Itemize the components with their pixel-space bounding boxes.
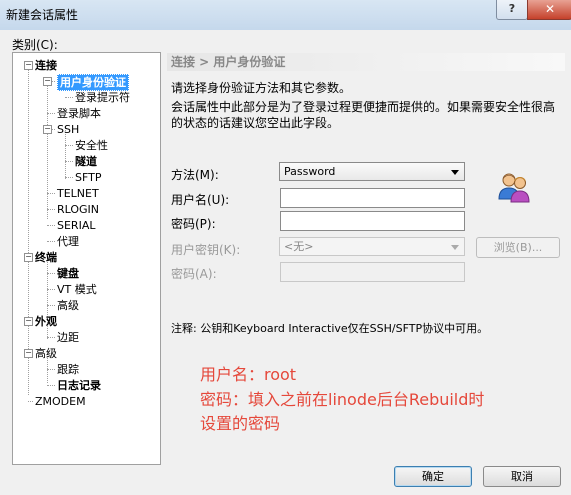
tree-line (47, 289, 55, 290)
tree-item[interactable]: TELNET (57, 186, 99, 201)
tree-line (47, 385, 55, 386)
method-select[interactable]: Password (279, 162, 465, 181)
description-line: 请选择身份验证方法和其它参数。 (171, 81, 352, 95)
cancel-button[interactable]: 取消 (483, 466, 561, 487)
tree-item[interactable]: 代理 (57, 234, 79, 249)
tree-line (47, 225, 55, 226)
tree-item[interactable]: 隧道 (75, 154, 97, 169)
passphrase-label: 密码(A): (171, 267, 217, 281)
note-text: 注释: 公钥和Keyboard Interactive仅在SSH/SFTP协议中… (171, 322, 489, 335)
tree-item[interactable]: 终端 (35, 250, 57, 265)
tree-line (47, 305, 55, 306)
chevron-down-icon (451, 170, 459, 175)
title-bar: 新建会话属性 ? ✕ (0, 0, 571, 30)
tree-expander-icon[interactable]: − (24, 61, 33, 70)
tree-expander-icon[interactable]: − (24, 253, 33, 262)
userkey-value: <无> (284, 240, 314, 253)
tree-item[interactable]: SFTP (75, 170, 101, 185)
category-label: 类别(C): (12, 38, 58, 52)
tree-item[interactable]: 键盘 (57, 266, 79, 281)
category-tree[interactable]: − 连接 − 用户身份验证 登录提示符 登录脚本 − SSH 安全性 隧道 SFTP TELNET RL… (12, 52, 161, 465)
userkey-select[interactable]: <无> (279, 237, 465, 256)
tree-line (47, 209, 55, 210)
ok-button[interactable]: 确定 (394, 466, 472, 487)
tree-line (65, 145, 73, 146)
close-button[interactable]: ✕ (527, 0, 571, 20)
tree-item[interactable]: VT 模式 (57, 282, 97, 297)
annotation-line: 设置的密码 (200, 414, 281, 433)
users-icon (498, 173, 530, 203)
tree-item[interactable]: 登录提示符 (75, 90, 130, 105)
tree-line (47, 337, 55, 338)
tree-line (47, 369, 55, 370)
tree-line (65, 97, 73, 98)
tree-item[interactable]: 高级 (35, 346, 57, 361)
panel-header: 连接 > 用户身份验证 (167, 53, 565, 71)
tree-line (28, 63, 29, 395)
description-line: 的状态的话建议您空出此字段。 (171, 116, 340, 130)
tree-line (28, 401, 33, 402)
tree-item[interactable]: 登录脚本 (57, 106, 101, 121)
browse-button[interactable]: 浏览(B)... (476, 237, 560, 258)
help-button[interactable]: ? (496, 0, 528, 20)
annotation-line: 用户名：root (200, 365, 297, 384)
tree-line (47, 273, 55, 274)
tree-expander-icon[interactable]: − (24, 317, 33, 326)
tree-item[interactable]: 连接 (35, 58, 57, 73)
tree-expander-icon[interactable]: − (43, 125, 52, 134)
tree-line (47, 79, 48, 219)
username-label: 用户名(U): (171, 193, 230, 207)
tree-line (47, 113, 55, 114)
method-label: 方法(M): (171, 168, 219, 182)
tree-item[interactable]: 跟踪 (57, 362, 79, 377)
tree-item[interactable]: 高级 (57, 298, 79, 313)
tree-item[interactable]: SERIAL (57, 218, 95, 233)
password-label: 密码(P): (171, 217, 216, 231)
tree-item[interactable]: 安全性 (75, 138, 108, 153)
tree-line (47, 193, 55, 194)
chevron-down-icon (451, 245, 459, 250)
tree-line (65, 177, 73, 178)
passphrase-input[interactable] (280, 262, 465, 282)
tree-item[interactable]: 边距 (57, 330, 79, 345)
tree-item[interactable]: 外观 (35, 314, 57, 329)
tree-item[interactable]: ZMODEM (35, 394, 86, 409)
tree-line (65, 161, 73, 162)
tree-item[interactable]: 用户身份验证 (57, 74, 129, 91)
userkey-label: 用户密钥(K): (171, 243, 241, 257)
annotation-line: 密码：填入之前在linode后台Rebuild时 (200, 390, 485, 409)
tree-item[interactable]: SSH (57, 122, 79, 137)
tree-expander-icon[interactable]: − (43, 77, 52, 86)
password-input[interactable] (280, 211, 465, 231)
method-value: Password (284, 165, 336, 178)
description-line: 会话属性中此部分是为了登录过程更便捷而提供的。如果需要安全性很高 (171, 100, 556, 114)
username-input[interactable] (280, 188, 465, 208)
tree-line (47, 241, 55, 242)
tree-item[interactable]: 日志记录 (57, 378, 101, 393)
window-title: 新建会话属性 (6, 8, 79, 22)
tree-expander-icon[interactable]: − (24, 349, 33, 358)
tree-item[interactable]: RLOGIN (57, 202, 99, 217)
